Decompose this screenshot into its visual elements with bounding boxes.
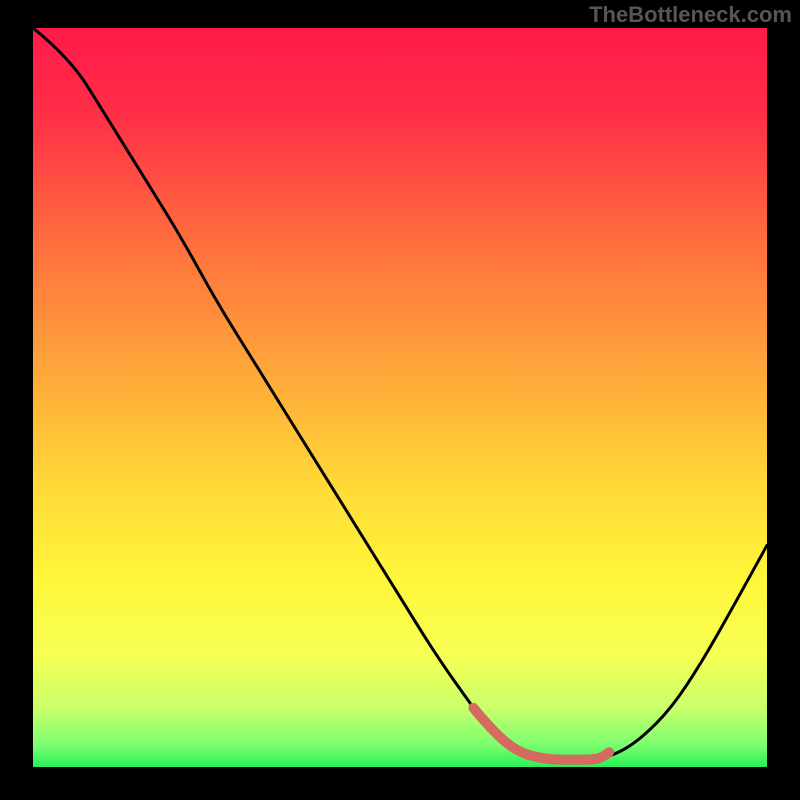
watermark-text: TheBottleneck.com	[589, 2, 792, 28]
chart-container: TheBottleneck.com	[0, 0, 800, 800]
plot-area	[33, 28, 767, 767]
background-gradient	[33, 28, 767, 767]
